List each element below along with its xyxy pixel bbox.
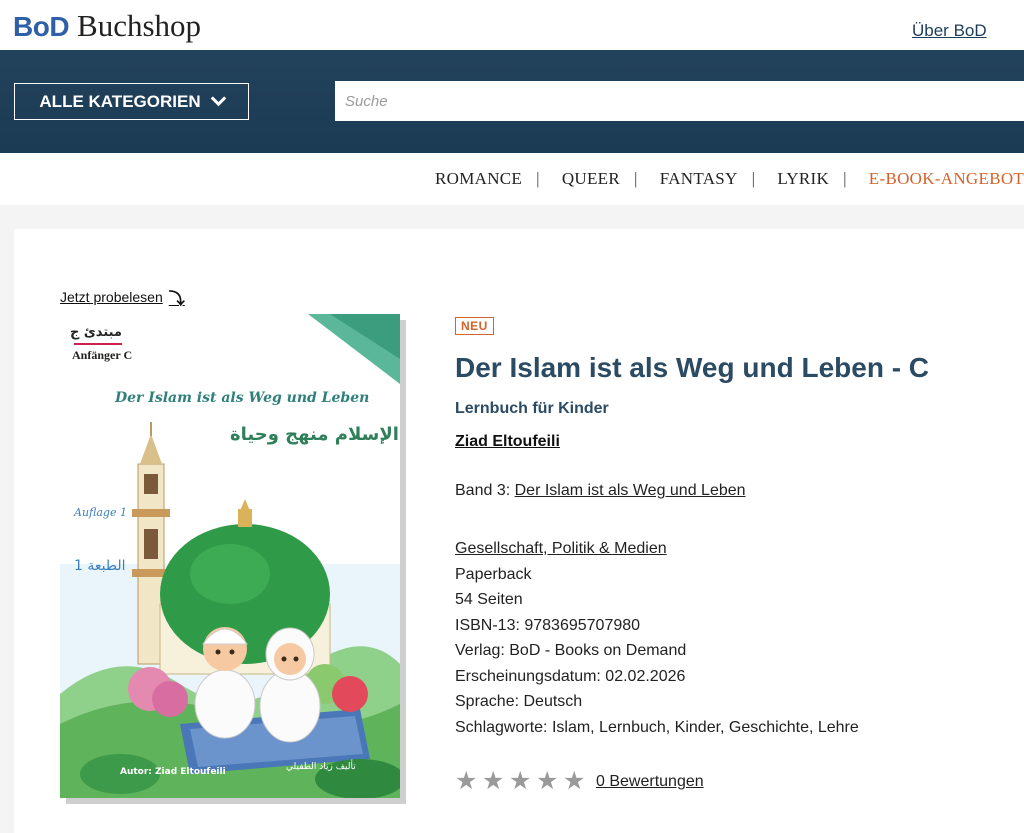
genre-bar: ROMANCE | QUEER | FANTASY | LYRIK | E-BO… <box>0 153 1024 205</box>
site-logo[interactable]: BoD Buchshop <box>13 8 201 44</box>
language: Sprache: Deutsch <box>455 693 583 710</box>
rating: ★ ★ ★ ★ ★ 0 Bewertungen <box>455 769 704 794</box>
star-icon[interactable]: ★ <box>536 769 561 794</box>
cover-edition-ar: الطبعة 1 <box>74 558 126 574</box>
genre-romance[interactable]: ROMANCE <box>435 169 522 189</box>
cover-edition-de: Auflage 1 <box>73 506 127 519</box>
format: Paperback <box>455 565 532 583</box>
preview-label: Jetzt probelesen <box>60 289 163 305</box>
star-icon[interactable]: ★ <box>509 769 534 794</box>
star-icon[interactable]: ★ <box>482 769 507 794</box>
genre-lyrik[interactable]: LYRIK <box>777 169 829 189</box>
genre-queer[interactable]: QUEER <box>562 169 620 189</box>
reviews-link[interactable]: 0 Bewertungen <box>596 773 704 791</box>
series-info: Band 3: Der Islam ist als Weg und Leben <box>455 482 746 500</box>
book-details: Gesellschaft, Politik & Medien Paperback… <box>455 536 859 740</box>
preview-link[interactable]: Jetzt probelesen ⤵ <box>60 285 185 309</box>
genre-separator: | <box>536 169 540 188</box>
arrow-down-icon: ⤵ <box>168 291 185 308</box>
page-count: 54 Seiten <box>455 591 523 608</box>
about-bod-link[interactable]: Über BoD <box>912 21 987 41</box>
book-cover[interactable]: مبتدئ ج Anfänger C Der Islam ist als Weg… <box>60 314 405 799</box>
cover-level-arabic: مبتدئ ج <box>70 325 122 340</box>
release-date: Erscheinungsdatum: 02.02.2026 <box>455 667 686 685</box>
top-bar: BoD Buchshop Über BoD <box>0 0 1024 50</box>
category-link[interactable]: Gesellschaft, Politik & Medien <box>455 540 667 557</box>
new-badge: NEU <box>455 317 494 335</box>
book-subtitle: Lernbuch für Kinder <box>455 400 609 417</box>
author-link[interactable]: Ziad Eltoufeili <box>455 433 560 451</box>
publisher: Verlag: BoD - Books on Demand <box>455 642 687 659</box>
cover-title-ar: الإسلام منهج وحياة <box>230 424 399 445</box>
logo-bod: BoD <box>13 11 70 42</box>
isbn: ISBN-13: 9783695707980 <box>455 616 641 634</box>
product-card: Jetzt probelesen ⤵ مبتدئ ج Anfänger C De… <box>14 229 1024 833</box>
genre-separator: | <box>751 169 756 188</box>
series-prefix: Band 3: <box>455 482 511 499</box>
all-categories-label: ALLE KATEGORIEN <box>39 91 201 111</box>
all-categories-button[interactable]: ALLE KATEGORIEN <box>14 83 249 120</box>
star-icon[interactable]: ★ <box>455 769 480 794</box>
keywords: Schlagworte: Islam, Lernbuch, Kinder, Ge… <box>455 718 859 736</box>
cover-level-label: Anfänger C <box>72 348 132 362</box>
cover-title-de: Der Islam ist als Weg und Leben <box>114 390 369 406</box>
genre-separator: | <box>843 169 847 188</box>
genre-ebook-offers[interactable]: E-BOOK-ANGEBOTE <box>869 169 1024 189</box>
book-title: Der Islam ist als Weg und Leben - C <box>455 352 930 383</box>
series-link[interactable]: Der Islam ist als Weg und Leben <box>515 482 746 499</box>
star-icon[interactable]: ★ <box>563 769 588 794</box>
cover-author: Autor: Ziad Eltoufeili <box>120 767 226 777</box>
genre-nav: ROMANCE | QUEER | FANTASY | LYRIK | E-BO… <box>435 169 1024 189</box>
search-input[interactable] <box>335 81 1024 121</box>
chevron-down-icon <box>210 90 226 107</box>
logo-buchshop: Buchshop <box>77 8 202 43</box>
main-header: ALLE KATEGORIEN <box>0 50 1024 153</box>
book-cover-image: مبتدئ ج Anfänger C Der Islam ist als Weg… <box>60 314 405 799</box>
genre-fantasy[interactable]: FANTASY <box>660 169 738 189</box>
genre-separator: | <box>634 169 638 188</box>
